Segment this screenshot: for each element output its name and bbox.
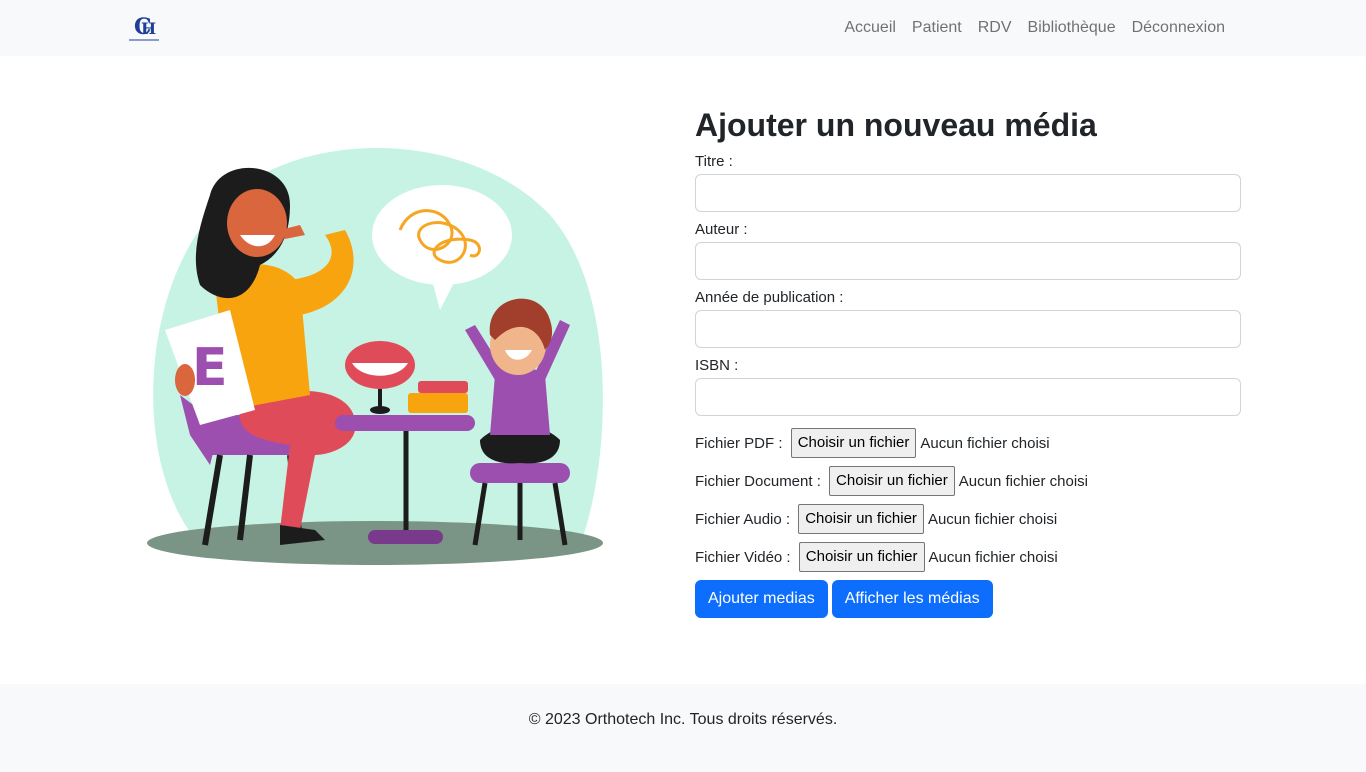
file-row-video: Fichier Vidéo : Choisir un fichier Aucun…	[695, 538, 1241, 576]
speech-therapy-illustration: E	[140, 135, 610, 575]
navbar: C H Accueil Patient RDV Bibliothèque Déc…	[0, 0, 1366, 56]
file-inputs: Fichier PDF : Choisir un fichier Aucun f…	[695, 424, 1241, 576]
form-actions: Ajouter medias Afficher les médias	[695, 580, 1241, 618]
document-file-status: Aucun fichier choisi	[958, 472, 1088, 490]
footer-copyright: © 2023 Orthotech Inc. Tous droits réserv…	[528, 711, 838, 728]
audio-file-label: Fichier Audio :	[695, 510, 795, 528]
file-row-audio: Fichier Audio : Choisir un fichier Aucun…	[695, 500, 1241, 538]
titre-input[interactable]	[695, 174, 1241, 212]
nav-links: Accueil Patient RDV Bibliothèque Déconne…	[836, 0, 1233, 56]
auteur-label: Auteur :	[695, 221, 748, 238]
document-file-label: Fichier Document :	[695, 472, 826, 490]
nav-item-deconnexion[interactable]: Déconnexion	[1124, 19, 1233, 37]
pdf-file-button[interactable]: Choisir un fichier	[790, 428, 917, 458]
auteur-input[interactable]	[695, 242, 1241, 280]
nav-item-rdv[interactable]: RDV	[970, 19, 1020, 37]
annee-input[interactable]	[695, 310, 1241, 348]
pdf-file-status: Aucun fichier choisi	[920, 434, 1050, 452]
nav-item-patient[interactable]: Patient	[904, 19, 970, 37]
file-row-document: Fichier Document : Choisir un fichier Au…	[695, 462, 1241, 500]
orthotech-logo-icon[interactable]: C H	[126, 12, 162, 44]
svg-text:H: H	[141, 19, 156, 38]
titre-label: Titre :	[695, 153, 733, 170]
footer: © 2023 Orthotech Inc. Tous droits réserv…	[0, 684, 1366, 772]
page-title: Ajouter un nouveau média	[695, 107, 1097, 143]
nav-item-bibliotheque[interactable]: Bibliothèque	[1020, 19, 1124, 37]
audio-file-button[interactable]: Choisir un fichier	[798, 504, 924, 534]
video-file-button[interactable]: Choisir un fichier	[798, 542, 925, 572]
pdf-file-label: Fichier PDF :	[695, 434, 787, 452]
add-media-form: Ajouter un nouveau média Titre : Auteur …	[695, 104, 1241, 618]
show-media-button[interactable]: Afficher les médias	[831, 580, 993, 618]
video-file-status: Aucun fichier choisi	[928, 548, 1058, 566]
card-letter: E	[192, 338, 228, 398]
document-file-button[interactable]: Choisir un fichier	[829, 466, 955, 496]
nav-item-accueil[interactable]: Accueil	[836, 19, 904, 37]
audio-file-status: Aucun fichier choisi	[927, 510, 1058, 528]
file-row-pdf: Fichier PDF : Choisir un fichier Aucun f…	[695, 424, 1241, 462]
isbn-label: ISBN :	[695, 357, 739, 374]
add-media-button[interactable]: Ajouter medias	[695, 580, 828, 618]
video-file-label: Fichier Vidéo :	[695, 548, 795, 566]
annee-label: Année de publication :	[695, 289, 844, 306]
isbn-input[interactable]	[695, 378, 1241, 416]
